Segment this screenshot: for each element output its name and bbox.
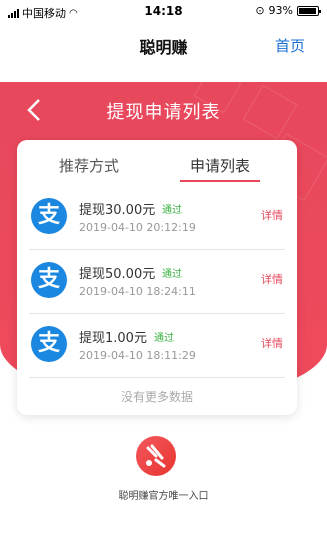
alipay-icon: 支 [31,262,67,298]
withdraw-time: 2019-04-10 18:11:29 [79,349,196,362]
active-tab-indicator [180,180,260,182]
status-bar: 中国移动 ◠ 14:18 ⊙ 93% [0,0,327,22]
detail-link[interactable]: 详情 [261,271,283,287]
page-title: 提现申请列表 [106,102,221,123]
withdraw-amount: 提现1.00元 [79,331,147,346]
alipay-icon: 支 [31,198,67,234]
orientation-lock-icon: ⊙ [255,4,265,17]
detail-link[interactable]: 详情 [261,207,283,223]
list-item: 支 提现50.00元 通过 2019-04-10 18:24:11 详情 [29,250,285,314]
status-badge: 通过 [162,205,182,216]
home-link[interactable]: 首页 [275,35,305,56]
tab-bar: 推荐方式 申请列表 [17,140,297,182]
withdraw-card: 推荐方式 申请列表 支 提现30.00元 通过 2019-04-10 20:12… [17,140,297,415]
status-right: ⊙ 93% [255,4,321,17]
list-item: 支 提现30.00元 通过 2019-04-10 20:12:19 详情 [29,186,285,250]
logo-mark-icon [146,444,166,468]
official-entry-text[interactable]: 聪明赚官方唯一入口 [0,487,327,502]
withdraw-time: 2019-04-10 18:24:11 [79,285,196,298]
page-header: 提现申请列表 [0,90,327,130]
tab-recommend[interactable]: 推荐方式 [59,155,119,176]
no-more-data: 没有更多数据 [120,390,193,404]
withdraw-amount: 提现50.00元 [79,267,156,282]
detail-link[interactable]: 详情 [261,335,283,351]
withdraw-amount: 提现30.00元 [79,203,156,218]
list-item: 支 提现1.00元 通过 2019-04-10 18:11:29 详情 [29,314,285,378]
app-logo-icon[interactable] [136,436,176,476]
nav-bar: 聪明赚 首页 [0,22,327,66]
tab-application-list[interactable]: 申请列表 [190,155,250,176]
status-badge: 通过 [162,269,182,280]
alipay-icon: 支 [31,326,67,362]
battery-icon [297,5,321,16]
withdraw-time: 2019-04-10 20:12:19 [79,221,196,234]
status-badge: 通过 [154,333,174,344]
battery-percent: 93% [268,4,293,17]
